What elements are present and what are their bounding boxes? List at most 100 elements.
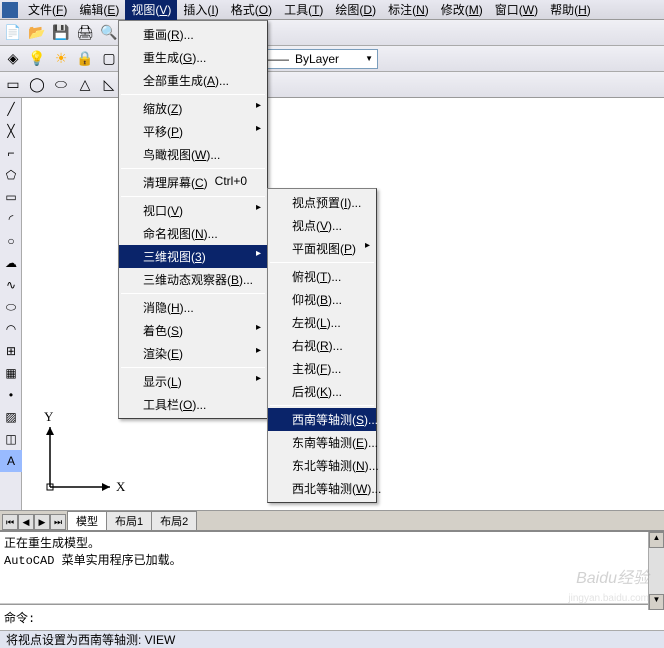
sphere-icon[interactable]: ◯ — [26, 74, 48, 96]
insert-icon[interactable]: ⊞ — [0, 340, 22, 362]
spline-icon[interactable]: ∿ — [0, 274, 22, 296]
menu-视图[interactable]: 视图(V) — [125, 0, 177, 20]
tab-布局2[interactable]: 布局2 — [151, 511, 197, 530]
menu-窗口[interactable]: 窗口(W) — [489, 0, 544, 20]
menu-separator — [121, 168, 265, 169]
view-menu-item-1[interactable]: 重生成(G)... — [119, 46, 267, 69]
sun-icon[interactable]: ☀ — [50, 48, 72, 70]
status-bar: 将视点设置为西南等轴测: VIEW — [0, 630, 664, 648]
lock-icon[interactable]: 🔒 — [74, 48, 96, 70]
menu-绘图[interactable]: 绘图(D) — [329, 0, 382, 20]
arc-icon[interactable]: ◜ — [0, 208, 22, 230]
chevron-down-icon: ▼ — [365, 54, 373, 63]
pline-icon[interactable]: ⌐ — [0, 142, 22, 164]
ucs-indicator: X Y — [40, 417, 120, 500]
menu-separator — [121, 196, 265, 197]
view-menu-item-13[interactable]: 三维动态观察器(B)... — [119, 268, 267, 291]
menu-separator — [270, 405, 374, 406]
view-menu-item-11[interactable]: 命名视图(N)... — [119, 222, 267, 245]
block-icon[interactable]: ▦ — [0, 362, 22, 384]
tab-nav-2[interactable]: ▶ — [34, 514, 50, 530]
menu-插入[interactable]: 插入(I) — [177, 0, 224, 20]
view-menu-item-19[interactable]: 显示(L) — [119, 370, 267, 393]
box-icon[interactable]: ▢ — [98, 48, 120, 70]
menu-separator — [121, 367, 265, 368]
layout-tab-bar: ⏮◀▶⏭ 模型布局1布局2 — [0, 510, 664, 530]
3dview-item-1[interactable]: 视点(V)... — [268, 214, 376, 237]
new-icon[interactable]: 📄 — [2, 22, 24, 44]
tab-布局1[interactable]: 布局1 — [106, 511, 152, 530]
3dview-item-2[interactable]: 平面视图(P) — [268, 237, 376, 260]
menu-工具[interactable]: 工具(T) — [278, 0, 329, 20]
app-icon — [2, 2, 18, 18]
menu-文件[interactable]: 文件(F) — [22, 0, 73, 20]
status-text: 将视点设置为西南等轴测: VIEW — [6, 631, 175, 648]
circle-icon[interactable]: ○ — [0, 230, 22, 252]
view-menu-item-15[interactable]: 消隐(H)... — [119, 296, 267, 319]
rectangle-icon[interactable]: ▭ — [0, 186, 22, 208]
tab-nav-3[interactable]: ⏭ — [50, 514, 66, 530]
3dview-item-0[interactable]: 视点预置(I)... — [268, 191, 376, 214]
3dview-submenu: 视点预置(I)...视点(V)...平面视图(P) 俯视(T)...仰视(B)..… — [267, 188, 377, 503]
ellipsearc-icon[interactable]: ◠ — [0, 318, 22, 340]
3dview-item-7[interactable]: 右视(R)... — [268, 334, 376, 357]
tab-模型[interactable]: 模型 — [67, 511, 107, 530]
cylinder-icon[interactable]: ⬭ — [50, 74, 72, 96]
menu-标注[interactable]: 标注(N) — [382, 0, 435, 20]
point-icon[interactable]: • — [0, 384, 22, 406]
3dview-item-11[interactable]: 西南等轴测(S)... — [268, 408, 376, 431]
3dview-item-8[interactable]: 主视(F)... — [268, 357, 376, 380]
scroll-up-icon[interactable]: ▲ — [649, 532, 664, 548]
revcloud-icon[interactable]: ☁ — [0, 252, 22, 274]
view-menu-item-4[interactable]: 缩放(Z) — [119, 97, 267, 120]
view-menu-item-2[interactable]: 全部重生成(A)... — [119, 69, 267, 92]
open-icon[interactable]: 📂 — [26, 22, 48, 44]
command-scrollbar[interactable]: ▲ ▼ — [648, 532, 664, 610]
save-icon[interactable]: 💾 — [50, 22, 72, 44]
command-history: 正在重生成模型。 AutoCAD 菜单实用程序已加载。 — [0, 532, 664, 604]
view-menu-item-6[interactable]: 鸟瞰视图(W)... — [119, 143, 267, 166]
view-menu-item-10[interactable]: 视口(V) — [119, 199, 267, 222]
command-area: 正在重生成模型。 AutoCAD 菜单实用程序已加载。 命令: ▲ ▼ — [0, 530, 664, 630]
view-menu-item-17[interactable]: 渲染(E) — [119, 342, 267, 365]
view-menu-item-12[interactable]: 三维视图(3) — [119, 245, 267, 268]
hatch-icon[interactable]: ▨ — [0, 406, 22, 428]
view-menu-item-0[interactable]: 重画(R)... — [119, 23, 267, 46]
view-menu-item-16[interactable]: 着色(S) — [119, 319, 267, 342]
preview-icon[interactable]: 🔍 — [98, 22, 120, 44]
3dview-item-9[interactable]: 后视(K)... — [268, 380, 376, 403]
region-icon[interactable]: ◫ — [0, 428, 22, 450]
3dview-item-6[interactable]: 左视(L)... — [268, 311, 376, 334]
menubar: 文件(F)编辑(E)视图(V)插入(I)格式(O)工具(T)绘图(D)标注(N)… — [0, 0, 664, 20]
menu-编辑[interactable]: 编辑(E) — [73, 0, 125, 20]
cone-icon[interactable]: △ — [74, 74, 96, 96]
bulb-icon[interactable]: 💡 — [26, 48, 48, 70]
3dview-item-14[interactable]: 西北等轴测(W)... — [268, 477, 376, 500]
view-menu-item-8[interactable]: 清理屏幕(C)Ctrl+0 — [119, 171, 267, 194]
menu-separator — [270, 262, 374, 263]
3dview-item-12[interactable]: 东南等轴测(E)... — [268, 431, 376, 454]
scroll-down-icon[interactable]: ▼ — [649, 594, 664, 610]
xline-icon[interactable]: ╳ — [0, 120, 22, 142]
view-menu-item-20[interactable]: 工具栏(O)... — [119, 393, 267, 416]
3dview-item-4[interactable]: 俯视(T)... — [268, 265, 376, 288]
command-prompt[interactable]: 命令: — [0, 604, 664, 630]
ellipse-icon[interactable]: ⬭ — [0, 296, 22, 318]
tab-nav-1[interactable]: ◀ — [18, 514, 34, 530]
menu-修改[interactable]: 修改(M) — [435, 0, 489, 20]
toolbar-layers: ◈ 💡 ☀ 🔒 ▢ ByLayer ▼ ——— ByLayer ▼ — [0, 46, 664, 72]
text-icon[interactable]: A — [0, 450, 22, 472]
wedge-icon[interactable]: ◺ — [98, 74, 120, 96]
box3d-icon[interactable]: ▭ — [2, 74, 24, 96]
menu-帮助[interactable]: 帮助(H) — [544, 0, 597, 20]
3dview-item-5[interactable]: 仰视(B)... — [268, 288, 376, 311]
3dview-item-13[interactable]: 东北等轴测(N)... — [268, 454, 376, 477]
view-menu: 重画(R)...重生成(G)...全部重生成(A)... 缩放(Z)平移(P)鸟瞰… — [118, 20, 268, 419]
tab-nav-0[interactable]: ⏮ — [2, 514, 18, 530]
line-icon[interactable]: ╱ — [0, 98, 22, 120]
polygon-icon[interactable]: ⬠ — [0, 164, 22, 186]
view-menu-item-5[interactable]: 平移(P) — [119, 120, 267, 143]
print-icon[interactable]: 🖨 — [74, 22, 96, 44]
layer-icon[interactable]: ◈ — [2, 48, 24, 70]
menu-格式[interactable]: 格式(O) — [225, 0, 278, 20]
